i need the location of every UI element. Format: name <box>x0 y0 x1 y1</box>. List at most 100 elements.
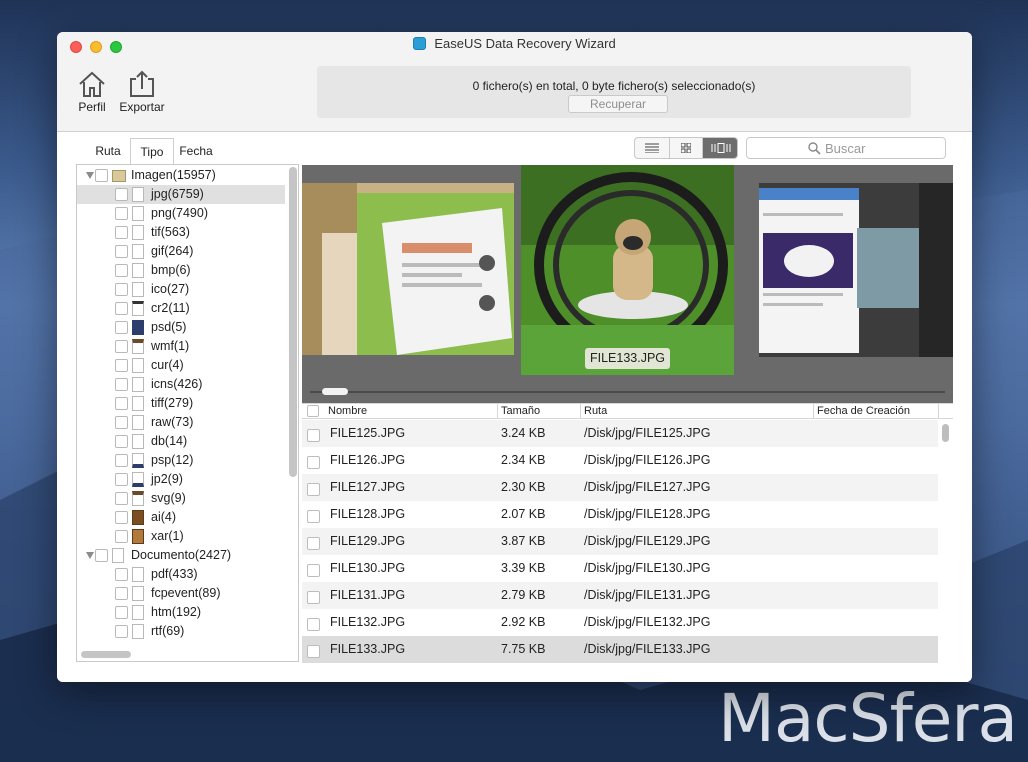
tree-item-png[interactable]: png(7490) <box>77 204 285 223</box>
tree-checkbox[interactable] <box>115 454 128 467</box>
column-header-date[interactable]: Fecha de Creación <box>814 404 939 419</box>
tree-item-ai[interactable]: ai(4) <box>77 508 285 527</box>
tree-item-psd[interactable]: psd(5) <box>77 318 285 337</box>
tree-checkbox[interactable] <box>115 625 128 638</box>
table-row[interactable]: FILE130.JPG 3.39 KB /Disk/jpg/FILE130.JP… <box>302 555 938 582</box>
tree-horizontal-scrollbar[interactable] <box>81 651 131 658</box>
photo-thumbnail-documents[interactable] <box>302 183 514 355</box>
table-row[interactable]: FILE131.JPG 2.79 KB /Disk/jpg/FILE131.JP… <box>302 582 938 609</box>
tree-checkbox[interactable] <box>115 378 128 391</box>
tree-item-icns[interactable]: icns(426) <box>77 375 285 394</box>
row-checkbox[interactable] <box>307 591 320 604</box>
tree-vertical-scrollbar[interactable] <box>289 167 297 477</box>
tree-checkbox[interactable] <box>115 492 128 505</box>
tree-item-xar[interactable]: xar(1) <box>77 527 285 546</box>
tree-item-psp[interactable]: psp(12) <box>77 451 285 470</box>
tree-checkbox[interactable] <box>115 207 128 220</box>
tree-item-bmp[interactable]: bmp(6) <box>77 261 285 280</box>
tree-item-ico[interactable]: ico(27) <box>77 280 285 299</box>
tree-checkbox[interactable] <box>115 226 128 239</box>
tree-group-documento[interactable]: Documento(2427) <box>77 546 285 565</box>
tree-item-jpg[interactable]: jpg(6759) <box>77 185 285 204</box>
tree-checkbox[interactable] <box>115 473 128 486</box>
profile-button[interactable]: Perfil <box>67 70 117 114</box>
table-row[interactable]: FILE128.JPG 2.07 KB /Disk/jpg/FILE128.JP… <box>302 501 938 528</box>
tab-tipo[interactable]: Tipo <box>130 138 174 164</box>
tree-checkbox[interactable] <box>115 435 128 448</box>
tree-item-raw[interactable]: raw(73) <box>77 413 285 432</box>
tree-checkbox[interactable] <box>115 188 128 201</box>
tree-item-cr2[interactable]: cr2(11) <box>77 299 285 318</box>
tab-ruta[interactable]: Ruta <box>87 138 129 164</box>
select-all-checkbox[interactable] <box>307 405 319 417</box>
list-view-button[interactable] <box>635 138 669 158</box>
tree-checkbox[interactable] <box>115 302 128 315</box>
tree-item-tif[interactable]: tif(563) <box>77 223 285 242</box>
row-checkbox[interactable] <box>307 618 320 631</box>
tree-item-jp2[interactable]: jp2(9) <box>77 470 285 489</box>
tree-checkbox[interactable] <box>95 549 108 562</box>
photo-thumbnail-pug[interactable] <box>521 165 734 375</box>
tree-checkbox[interactable] <box>115 568 128 581</box>
table-vertical-scrollbar[interactable] <box>942 424 949 442</box>
table-row[interactable]: FILE129.JPG 3.87 KB /Disk/jpg/FILE129.JP… <box>302 528 938 555</box>
search-field[interactable]: Buscar <box>746 137 946 159</box>
tree-checkbox[interactable] <box>115 321 128 334</box>
row-checkbox[interactable] <box>307 564 320 577</box>
tree-item-svg[interactable]: svg(9) <box>77 489 285 508</box>
tree-checkbox[interactable] <box>115 606 128 619</box>
grid-view-icon <box>681 143 691 153</box>
svg-file-icon <box>132 491 144 506</box>
table-row[interactable]: FILE127.JPG 2.30 KB /Disk/jpg/FILE127.JP… <box>302 474 938 501</box>
tree-item-gif[interactable]: gif(264) <box>77 242 285 261</box>
tab-fecha[interactable]: Fecha <box>175 138 217 164</box>
tree-checkbox[interactable] <box>115 359 128 372</box>
tree-item-wmf[interactable]: wmf(1) <box>77 337 285 356</box>
tree-item-rtf[interactable]: rtf(69) <box>77 622 285 641</box>
tree-item-htm[interactable]: htm(192) <box>77 603 285 622</box>
row-checkbox[interactable] <box>307 645 320 658</box>
table-header: Nombre Tamaño Ruta Fecha de Creación <box>302 404 953 419</box>
disclosure-triangle-icon[interactable] <box>86 172 94 179</box>
column-header-name[interactable]: Nombre <box>325 404 498 419</box>
recover-button[interactable]: Recuperar <box>568 95 668 113</box>
column-header-path[interactable]: Ruta <box>581 404 814 419</box>
tree-checkbox[interactable] <box>115 587 128 600</box>
psp-file-icon <box>132 453 144 468</box>
tree-checkbox[interactable] <box>115 245 128 258</box>
row-checkbox[interactable] <box>307 456 320 469</box>
export-button[interactable]: Exportar <box>116 70 168 114</box>
document-folder-icon <box>112 548 124 563</box>
tree-item-pdf[interactable]: pdf(433) <box>77 565 285 584</box>
tree-checkbox[interactable] <box>115 340 128 353</box>
tree-group-imagen[interactable]: Imagen(15957) <box>77 166 285 185</box>
table-row-selected[interactable]: FILE133.JPG 7.75 KB /Disk/jpg/FILE133.JP… <box>302 636 938 663</box>
row-checkbox[interactable] <box>307 510 320 523</box>
tree-checkbox[interactable] <box>95 169 108 182</box>
gif-file-icon <box>132 244 144 259</box>
grid-view-button[interactable] <box>669 138 703 158</box>
coverflow-view-button[interactable] <box>703 138 737 158</box>
tree-item-db[interactable]: db(14) <box>77 432 285 451</box>
cur-file-icon <box>132 358 144 373</box>
tree-checkbox[interactable] <box>115 397 128 410</box>
tree-checkbox[interactable] <box>115 530 128 543</box>
tree-checkbox[interactable] <box>115 416 128 429</box>
tree-checkbox[interactable] <box>115 511 128 524</box>
tree-item-tiff[interactable]: tiff(279) <box>77 394 285 413</box>
disclosure-triangle-icon[interactable] <box>86 552 94 559</box>
row-checkbox[interactable] <box>307 483 320 496</box>
tree-item-cur[interactable]: cur(4) <box>77 356 285 375</box>
photo-thumbnail-screenshot[interactable] <box>759 183 953 357</box>
table-row[interactable]: FILE126.JPG 2.34 KB /Disk/jpg/FILE126.JP… <box>302 447 938 474</box>
preview-scroll-track <box>310 391 945 393</box>
table-row[interactable]: FILE132.JPG 2.92 KB /Disk/jpg/FILE132.JP… <box>302 609 938 636</box>
column-header-size[interactable]: Tamaño <box>498 404 581 419</box>
table-row[interactable]: FILE125.JPG 3.24 KB /Disk/jpg/FILE125.JP… <box>302 420 938 447</box>
tree-item-fcpevent[interactable]: fcpevent(89) <box>77 584 285 603</box>
row-checkbox[interactable] <box>307 537 320 550</box>
tree-checkbox[interactable] <box>115 264 128 277</box>
preview-scroll-thumb[interactable] <box>322 388 348 395</box>
row-checkbox[interactable] <box>307 429 320 442</box>
tree-checkbox[interactable] <box>115 283 128 296</box>
